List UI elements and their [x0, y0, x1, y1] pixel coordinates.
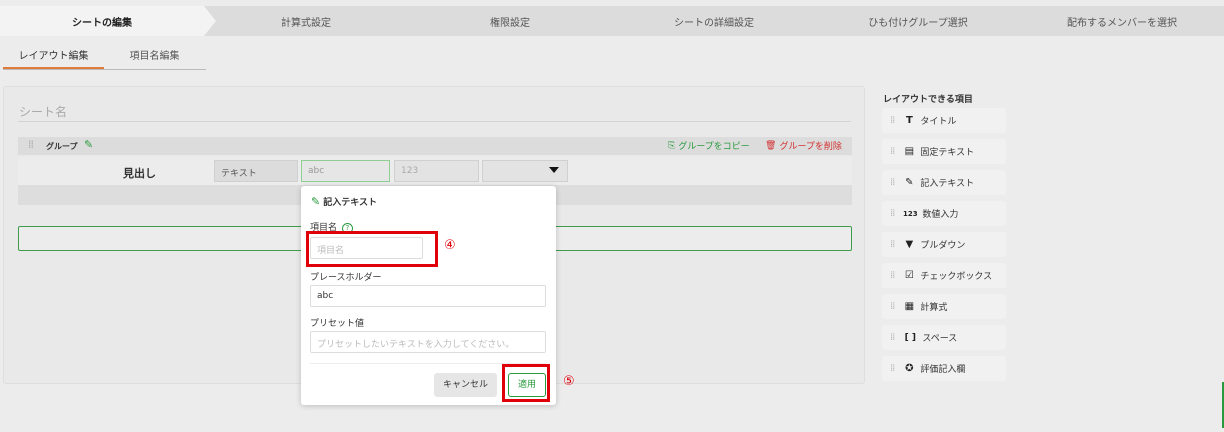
dropdown-cell[interactable]: [482, 160, 568, 182]
palette-item-label: 評価記入欄: [920, 365, 966, 375]
field-type-cell[interactable]: テキスト: [214, 160, 298, 182]
field-row: 見出し テキスト abc 123: [18, 157, 852, 185]
annotation-5: ⑤: [563, 374, 575, 389]
popup-title-text: 記入テキスト: [323, 198, 377, 208]
evaluation-icon: ✪: [905, 363, 914, 374]
space-icon: [ ]: [904, 332, 917, 343]
preset-label: プリセット値: [310, 319, 365, 329]
delete-group-button[interactable]: 🗑 グループを削除: [765, 139, 842, 153]
palette-item-label: 数値入力: [922, 210, 959, 220]
step-formula[interactable]: 計算式設定: [204, 6, 408, 36]
step-members[interactable]: 配布するメンバーを選択: [1020, 6, 1224, 36]
drag-handle-icon: ⁞⁞: [890, 239, 895, 250]
palette-item-label: 計算式: [920, 303, 948, 313]
text-field-cell[interactable]: abc: [301, 160, 390, 182]
drag-handle-icon: ⁞⁞: [890, 363, 895, 374]
copy-icon: ⎘: [668, 140, 676, 151]
drag-handle-icon: ⁞⁞: [890, 146, 895, 157]
number-field-cell[interactable]: 123: [394, 160, 479, 182]
step-group-link[interactable]: ひも付けグループ選択: [816, 6, 1020, 36]
palette-item-fixed-text[interactable]: ⁞⁞ ▤ 固定テキスト: [882, 139, 1006, 164]
palette-item-space[interactable]: ⁞⁞ [ ] スペース: [882, 325, 1006, 350]
palette-item-label: 記入テキスト: [920, 179, 975, 189]
calculator-icon: ▦: [904, 301, 915, 312]
drag-handle-icon: ⁞⁞: [890, 332, 895, 343]
preset-input[interactable]: プリセットしたいテキストを入力してください。: [310, 331, 546, 353]
dropdown-arrow-icon: [549, 167, 559, 173]
placeholder-label: プレースホルダー: [310, 273, 382, 283]
highlight-apply: [502, 364, 550, 402]
palette-item-formula[interactable]: ⁞⁞ ▦ 計算式: [882, 294, 1006, 319]
drag-handle-icon: ⁞⁞: [890, 270, 895, 281]
row-heading: 見出し: [123, 167, 156, 180]
step-sheet-edit[interactable]: シートの編集: [0, 6, 216, 36]
step-bar: シートの編集 計算式設定 権限設定 シートの詳細設定 ひも付けグループ選択 配布…: [0, 6, 1224, 36]
popup-title: ✎ 記入テキスト: [311, 195, 377, 208]
palette-item-title[interactable]: ⁞⁞ T タイトル: [882, 108, 1006, 133]
delete-group-label: グループを削除: [779, 142, 842, 152]
palette-item-evaluation[interactable]: ⁞⁞ ✪ 評価記入欄: [882, 356, 1006, 381]
placeholder-input[interactable]: abc: [310, 285, 546, 307]
number-icon: 123: [903, 209, 918, 218]
input-text-icon: ✎: [905, 177, 914, 188]
title-icon: T: [905, 115, 913, 126]
drag-handle-icon[interactable]: ⁞⁞: [28, 138, 34, 151]
cancel-button[interactable]: キャンセル: [434, 373, 497, 397]
drag-handle-icon: ⁞⁞: [890, 115, 895, 126]
tab-item-name-edit[interactable]: 項目名編集: [104, 48, 205, 69]
palette-title: レイアウトできる項目: [883, 95, 973, 105]
step-permissions[interactable]: 権限設定: [408, 6, 612, 36]
sheet-name-input[interactable]: シート名: [19, 103, 67, 120]
palette-item-checkbox[interactable]: ⁞⁞ ☑ チェックボックス: [882, 263, 1006, 288]
pulldown-icon: ▼: [905, 239, 914, 250]
drag-handle-icon: ⁞⁞: [890, 301, 895, 312]
group-label: グループ: [46, 142, 78, 151]
copy-group-label: グループをコピー: [678, 142, 750, 152]
fixed-text-icon: ▤: [904, 146, 915, 157]
palette-item-input-text[interactable]: ⁞⁞ ✎ 記入テキスト: [882, 170, 1006, 195]
highlight-item-name: [306, 231, 438, 267]
step-sheet-details[interactable]: シートの詳細設定: [612, 6, 816, 36]
group-header: ⁞⁞ グループ ✎ ⎘ グループをコピー 🗑 グループを削除: [18, 137, 852, 155]
palette-item-label: チェックボックス: [920, 272, 993, 282]
copy-group-button[interactable]: ⎘ グループをコピー: [668, 139, 750, 153]
edit-pencil-icon[interactable]: ✎: [84, 138, 93, 151]
palette-item-label: タイトル: [920, 117, 957, 127]
drag-handle-icon: ⁞⁞: [890, 177, 895, 188]
drag-handle-icon: ⁞⁞: [890, 208, 895, 219]
annotation-4: ④: [444, 238, 456, 253]
palette-item-number[interactable]: ⁞⁞ 123 数値入力: [882, 201, 1006, 226]
trash-icon: 🗑: [765, 140, 777, 151]
sub-tabs: レイアウト編集 項目名編集: [3, 48, 206, 70]
palette-item-label: プルダウン: [920, 241, 966, 251]
palette-item-pulldown[interactable]: ⁞⁞ ▼ プルダウン: [882, 232, 1006, 257]
palette-item-label: スペース: [922, 334, 958, 344]
checkbox-icon: ☑: [904, 270, 914, 281]
palette-item-label: 固定テキスト: [920, 148, 975, 158]
divider: [18, 121, 851, 122]
tab-layout-edit[interactable]: レイアウト編集: [3, 48, 104, 69]
text-input-icon: ✎: [311, 195, 321, 208]
